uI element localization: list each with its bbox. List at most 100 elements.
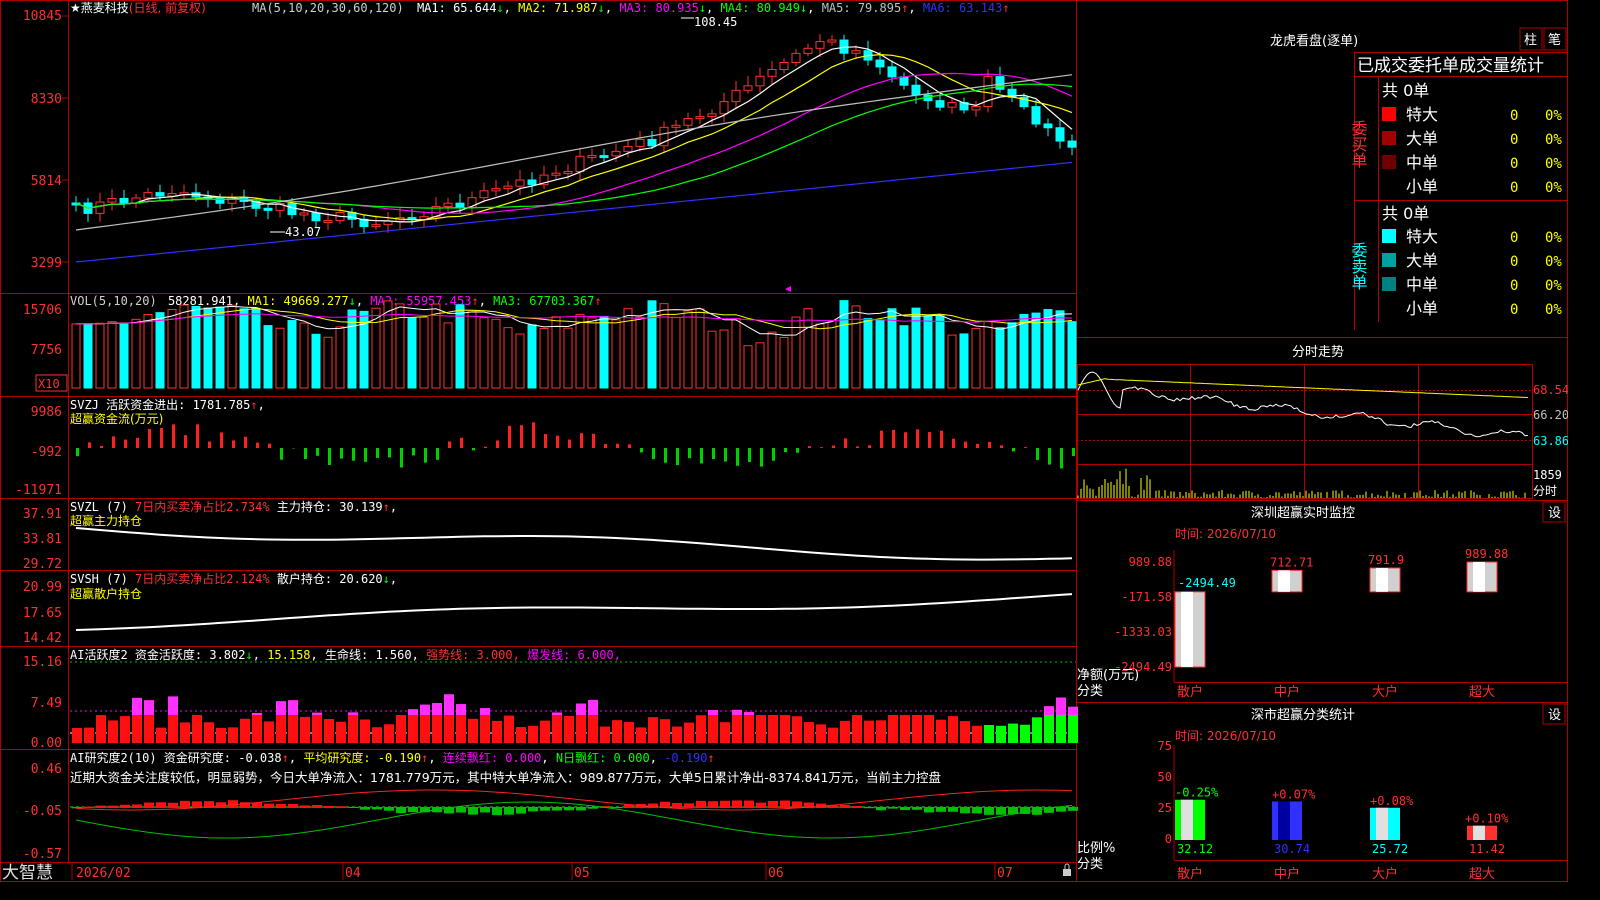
research-bar [468, 807, 478, 815]
monitor-bars: -2494.49 散户 712.71 中户 791.9 大户 989.88 超大 [1174, 547, 1508, 700]
stats-bar-highlight [1181, 799, 1193, 840]
svg-text:MA(5,10,20,30,60,120) MA1:: MA(5,10,20,30,60,120) MA1: 65.644↓, MA2:… [252, 1, 1010, 15]
volume-ma-line [76, 308, 1073, 330]
stats-time: 时间: 2026/07/10 [1175, 729, 1276, 743]
volume-bar [191, 305, 201, 389]
candle [563, 171, 573, 175]
order-count: 0 [1510, 132, 1518, 148]
candle [635, 138, 645, 147]
order-count: 0 [1510, 180, 1518, 196]
stats-bar-highlight [1278, 801, 1290, 840]
flow-bar [148, 429, 151, 448]
research-bar [996, 807, 1006, 815]
stock-chart-canvas[interactable]: ★燕麦科技(日线, 前复权) MA(5,10,20,30,60,120) MA1… [0, 0, 1568, 882]
order-percent: 0% [1545, 302, 1562, 318]
research-bar [288, 803, 298, 808]
research-bar [744, 800, 754, 808]
research-bar [792, 801, 802, 808]
activity-bar [576, 715, 586, 743]
flow-bar [364, 448, 367, 462]
y-tick-marks [62, 15, 68, 263]
candle [443, 202, 453, 207]
monitor-value-label: 712.71 [1270, 555, 1313, 569]
activity-peak [588, 699, 598, 715]
activity-bar [636, 727, 646, 743]
ai-research-tick: -0.57 [23, 847, 62, 862]
activity-peak [552, 712, 562, 715]
volume-bar [119, 323, 129, 389]
flow-bar [712, 448, 715, 460]
stats-change-label: +0.10% [1465, 812, 1509, 826]
moving-average-lines [75, 46, 1073, 263]
volume-bar [827, 320, 837, 389]
volume-bar [671, 316, 681, 389]
stats-tabs[interactable]: 已成交委托单成交量统计 [1357, 56, 1544, 76]
activity-peak [744, 712, 754, 715]
volume-bar [815, 323, 825, 389]
flow-bar [856, 446, 859, 448]
activity-bar [1068, 715, 1078, 743]
order-type: 特大 [1406, 227, 1438, 246]
ma-line [75, 46, 1073, 223]
stats-change-label: +0.08% [1370, 794, 1414, 808]
monitor-axis: 989.88 -171.58 -1333.03 -2494.49 [1114, 555, 1172, 674]
ma-label: MA(5,10,20,30,60,120) [252, 1, 404, 15]
research-bar [888, 807, 898, 809]
flow-bar [532, 422, 535, 448]
intraday-tick: 63.86 [1533, 434, 1568, 448]
vol-ma1: MA1: 49669.277 [247, 294, 348, 308]
ai-active-value: AI活跃度2 资金活跃度: 3.802 [70, 647, 245, 662]
research-bar [840, 804, 850, 808]
activity-bar [744, 715, 754, 743]
intraday-avg-line [1077, 378, 1529, 398]
svg-text:VOL(5,10,20) 58281.941,: VOL(5,10,20) 58281.941, MA1: 49669.277↓,… [70, 294, 602, 308]
order-swatch [1382, 107, 1396, 121]
flow-bar [76, 448, 79, 457]
order-type: 大单 [1406, 129, 1438, 148]
research-bar [492, 807, 502, 816]
stats-change-label: +0.07% [1272, 787, 1316, 801]
lock-icon[interactable] [1063, 863, 1071, 876]
activity-bar [672, 726, 682, 743]
volume-bar [395, 303, 405, 389]
volume-bar [455, 304, 465, 389]
research-bar [336, 806, 346, 808]
vol-value: 58281.941 [168, 294, 233, 308]
order-type: 小单 [1406, 299, 1438, 318]
candle [95, 201, 105, 214]
ai-active-tick: 7.49 [31, 696, 62, 711]
volume-bar [71, 323, 81, 389]
activity-bar [360, 719, 370, 743]
activity-bar [960, 721, 970, 743]
svg-text:SVZL (7) 7日内买卖净占比2.734%: SVZL (7) 7日内买卖净占比2.734% 主力持仓: 30.139↑, [70, 499, 397, 514]
flow-bar [220, 432, 223, 448]
ma-line [75, 161, 1073, 263]
candle [815, 41, 825, 49]
category-label: 散户 [1177, 866, 1203, 882]
flow-bar [784, 448, 787, 453]
ma2-value: MA2: 71.987 [518, 1, 597, 15]
order-count: 0 [1510, 230, 1518, 246]
svg-text:SVSH (7) 7日内买卖净占比2.124%: SVSH (7) 7日内买卖净占比2.124% 散户持仓: 20.620↓, [70, 571, 397, 586]
activity-peak [276, 701, 286, 715]
flow-bar [796, 448, 799, 453]
monitor-value-label: -2494.49 [1178, 576, 1236, 590]
candle [647, 138, 657, 147]
intraday-unit: 分时 [1533, 484, 1557, 498]
category-label: 超大 [1469, 685, 1495, 700]
research-bar [708, 801, 718, 808]
research-bar [936, 807, 946, 812]
flow-bar [820, 447, 823, 448]
activity-bar [468, 718, 478, 743]
activity-bar [864, 720, 874, 743]
order-count: 0 [1510, 156, 1518, 172]
low-price-label: 43.07 [285, 225, 321, 239]
order-percent: 0% [1545, 132, 1562, 148]
candle [767, 69, 777, 77]
category-label: 大户 [1372, 866, 1398, 882]
scroll-marker-icon[interactable] [785, 286, 791, 292]
price-tick: 8330 [31, 92, 62, 107]
flow-bar [592, 433, 595, 448]
volume-bar [911, 307, 921, 389]
ai-strong-line: 强势线: 3.000 [426, 648, 513, 662]
